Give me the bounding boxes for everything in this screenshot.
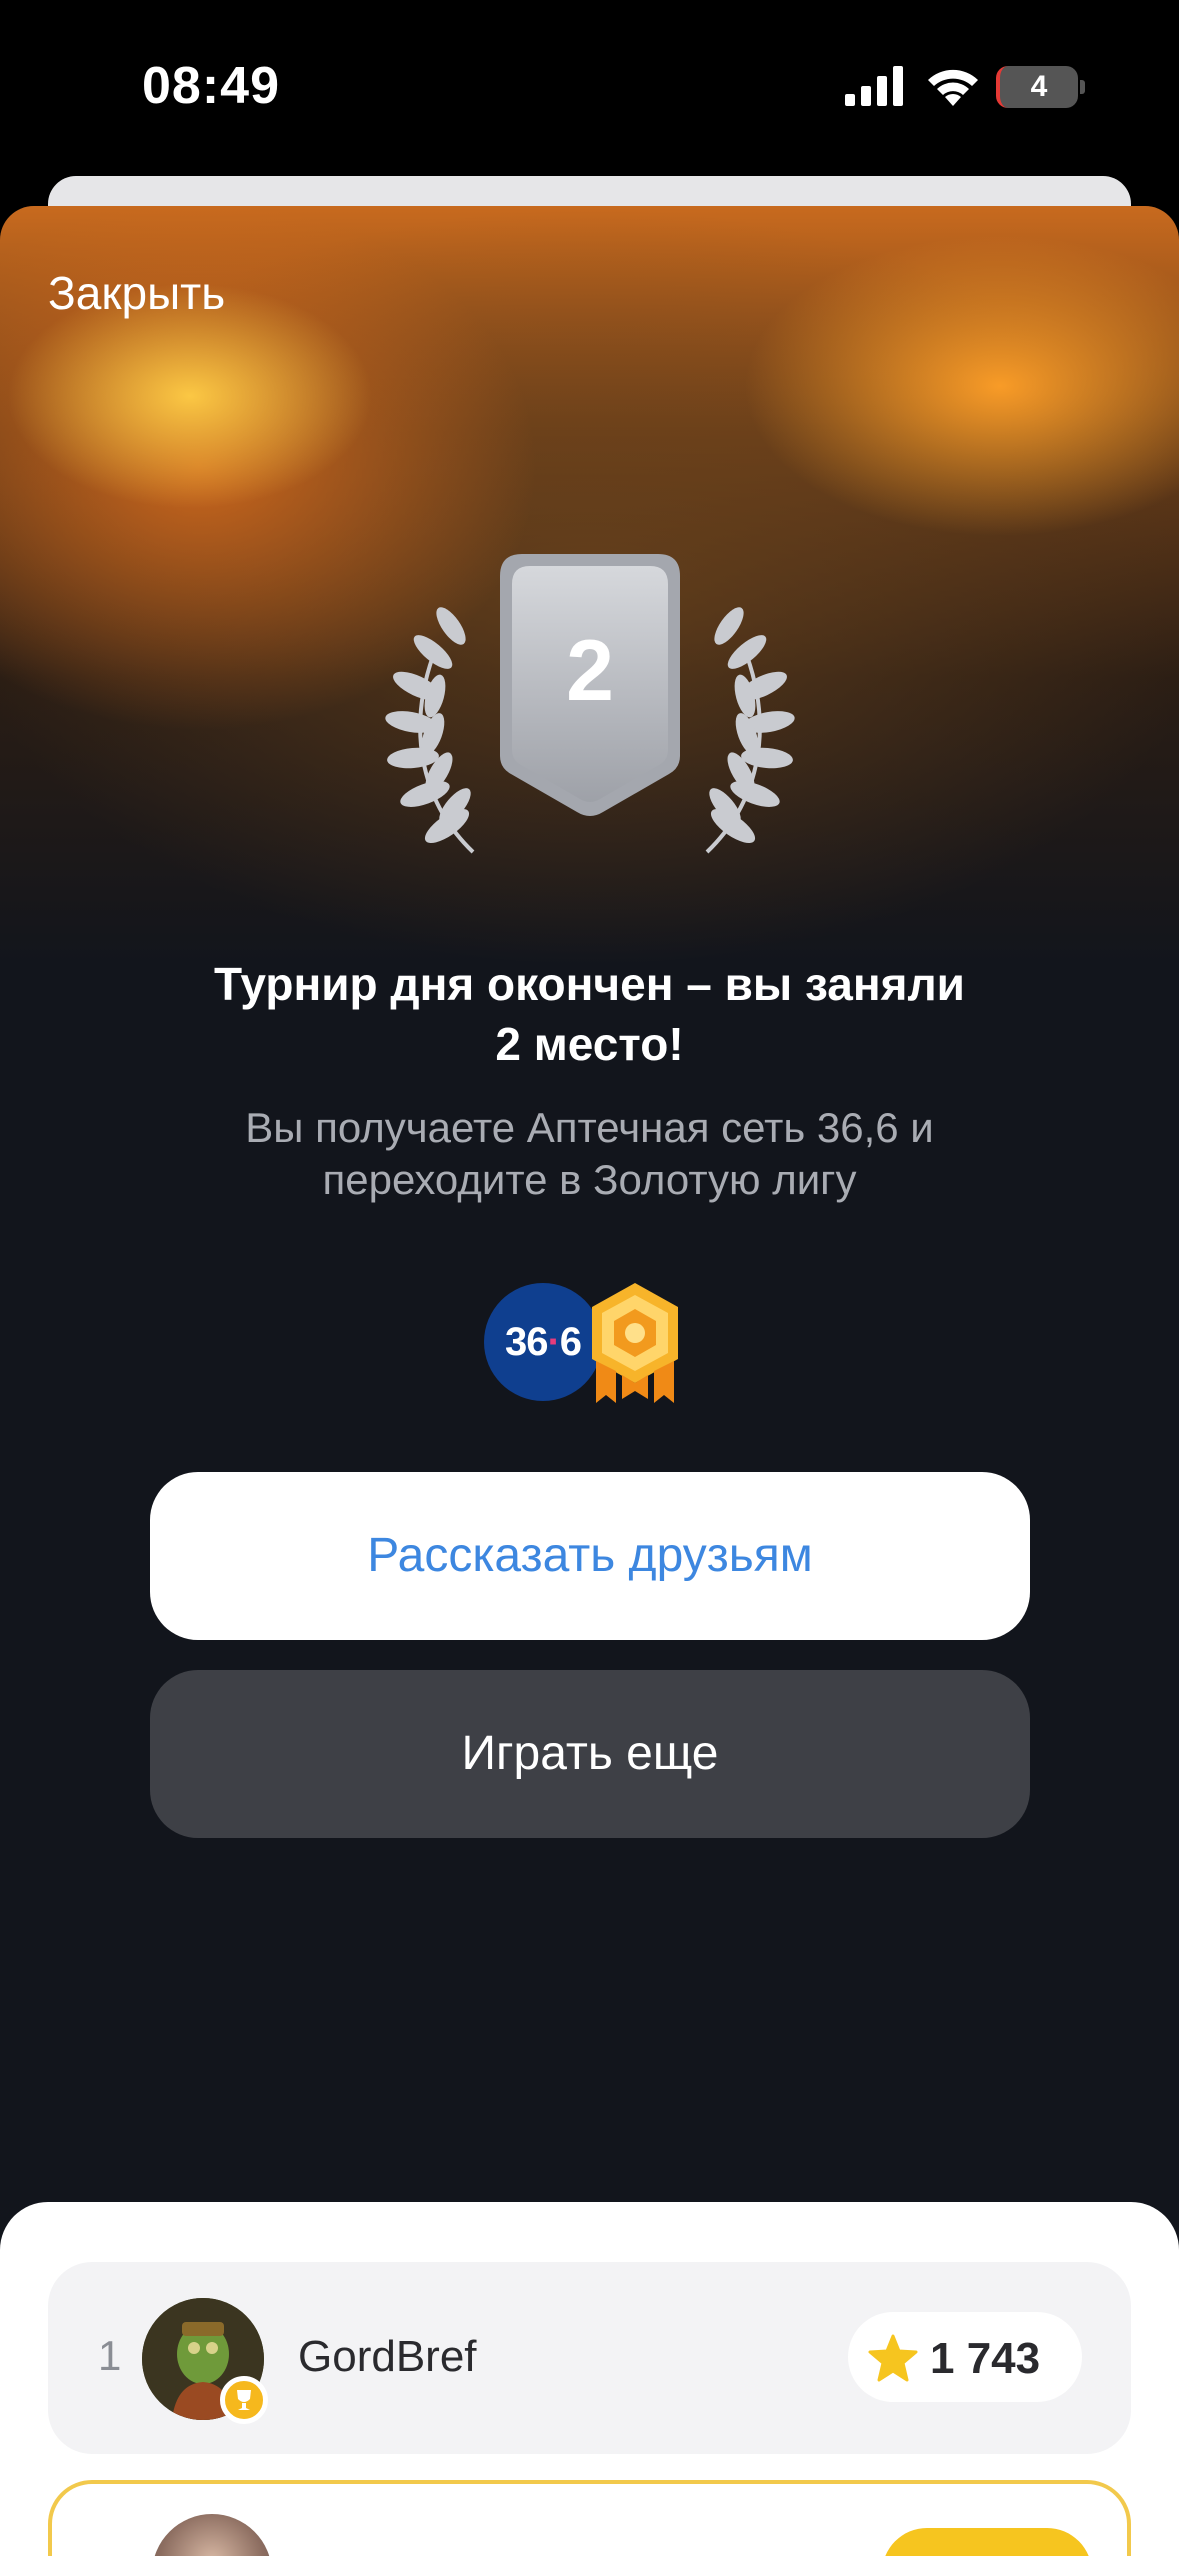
leaderboard: 1 GordBref 1 743 [0, 2202, 1179, 2556]
leaderboard-score [882, 2528, 1092, 2556]
screen: 08:49 4 Закрыть 2 Турнир дня окончен – в… [0, 0, 1179, 2556]
leaderboard-score: 1 743 [848, 2312, 1082, 2402]
result-subtitle-line-2: переходите в Золотую лигу [322, 1156, 857, 1203]
result-subtitle: Вы получаете Аптечная сеть 36,6 и перехо… [120, 1102, 1059, 1206]
result-title-line-1: Турнир дня окончен – вы заняли [214, 958, 965, 1010]
place-medal: 2 [355, 536, 825, 856]
wifi-icon [928, 69, 978, 106]
avatar [152, 2514, 272, 2556]
result-title-line-2: 2 место! [495, 1018, 684, 1070]
leaderboard-rank: 1 [98, 2332, 122, 2379]
trophy-icon [220, 2376, 268, 2424]
star-icon [868, 2334, 918, 2382]
battery-nub [1080, 80, 1085, 94]
battery-indicator: 4 [996, 66, 1078, 108]
close-button[interactable]: Закрыть [48, 266, 225, 320]
share-with-friends-button[interactable]: Рассказать друзьям [150, 1472, 1030, 1640]
pharmacy-logo: 36·6 [484, 1283, 602, 1401]
place-number: 2 [566, 623, 614, 719]
leaderboard-name: GordBref [298, 2332, 477, 2381]
reward-badges: 36·6 [484, 1279, 684, 1405]
cellular-signal-icon [845, 66, 903, 106]
status-time: 08:49 [142, 57, 280, 115]
play-again-button[interactable]: Играть еще [150, 1670, 1030, 1838]
result-subtitle-line-1: Вы получаете Аптечная сеть 36,6 и [245, 1104, 934, 1151]
leaderboard-score-value: 1 743 [930, 2334, 1041, 2383]
leaderboard-row[interactable]: 1 GordBref 1 743 [48, 2262, 1131, 2454]
result-title: Турнир дня окончен – вы заняли 2 место! [100, 954, 1079, 1074]
gold-league-badge-icon [592, 1283, 678, 1403]
leaderboard-row-current-user[interactable] [48, 2480, 1131, 2556]
status-bar: 08:49 4 [0, 0, 1179, 170]
